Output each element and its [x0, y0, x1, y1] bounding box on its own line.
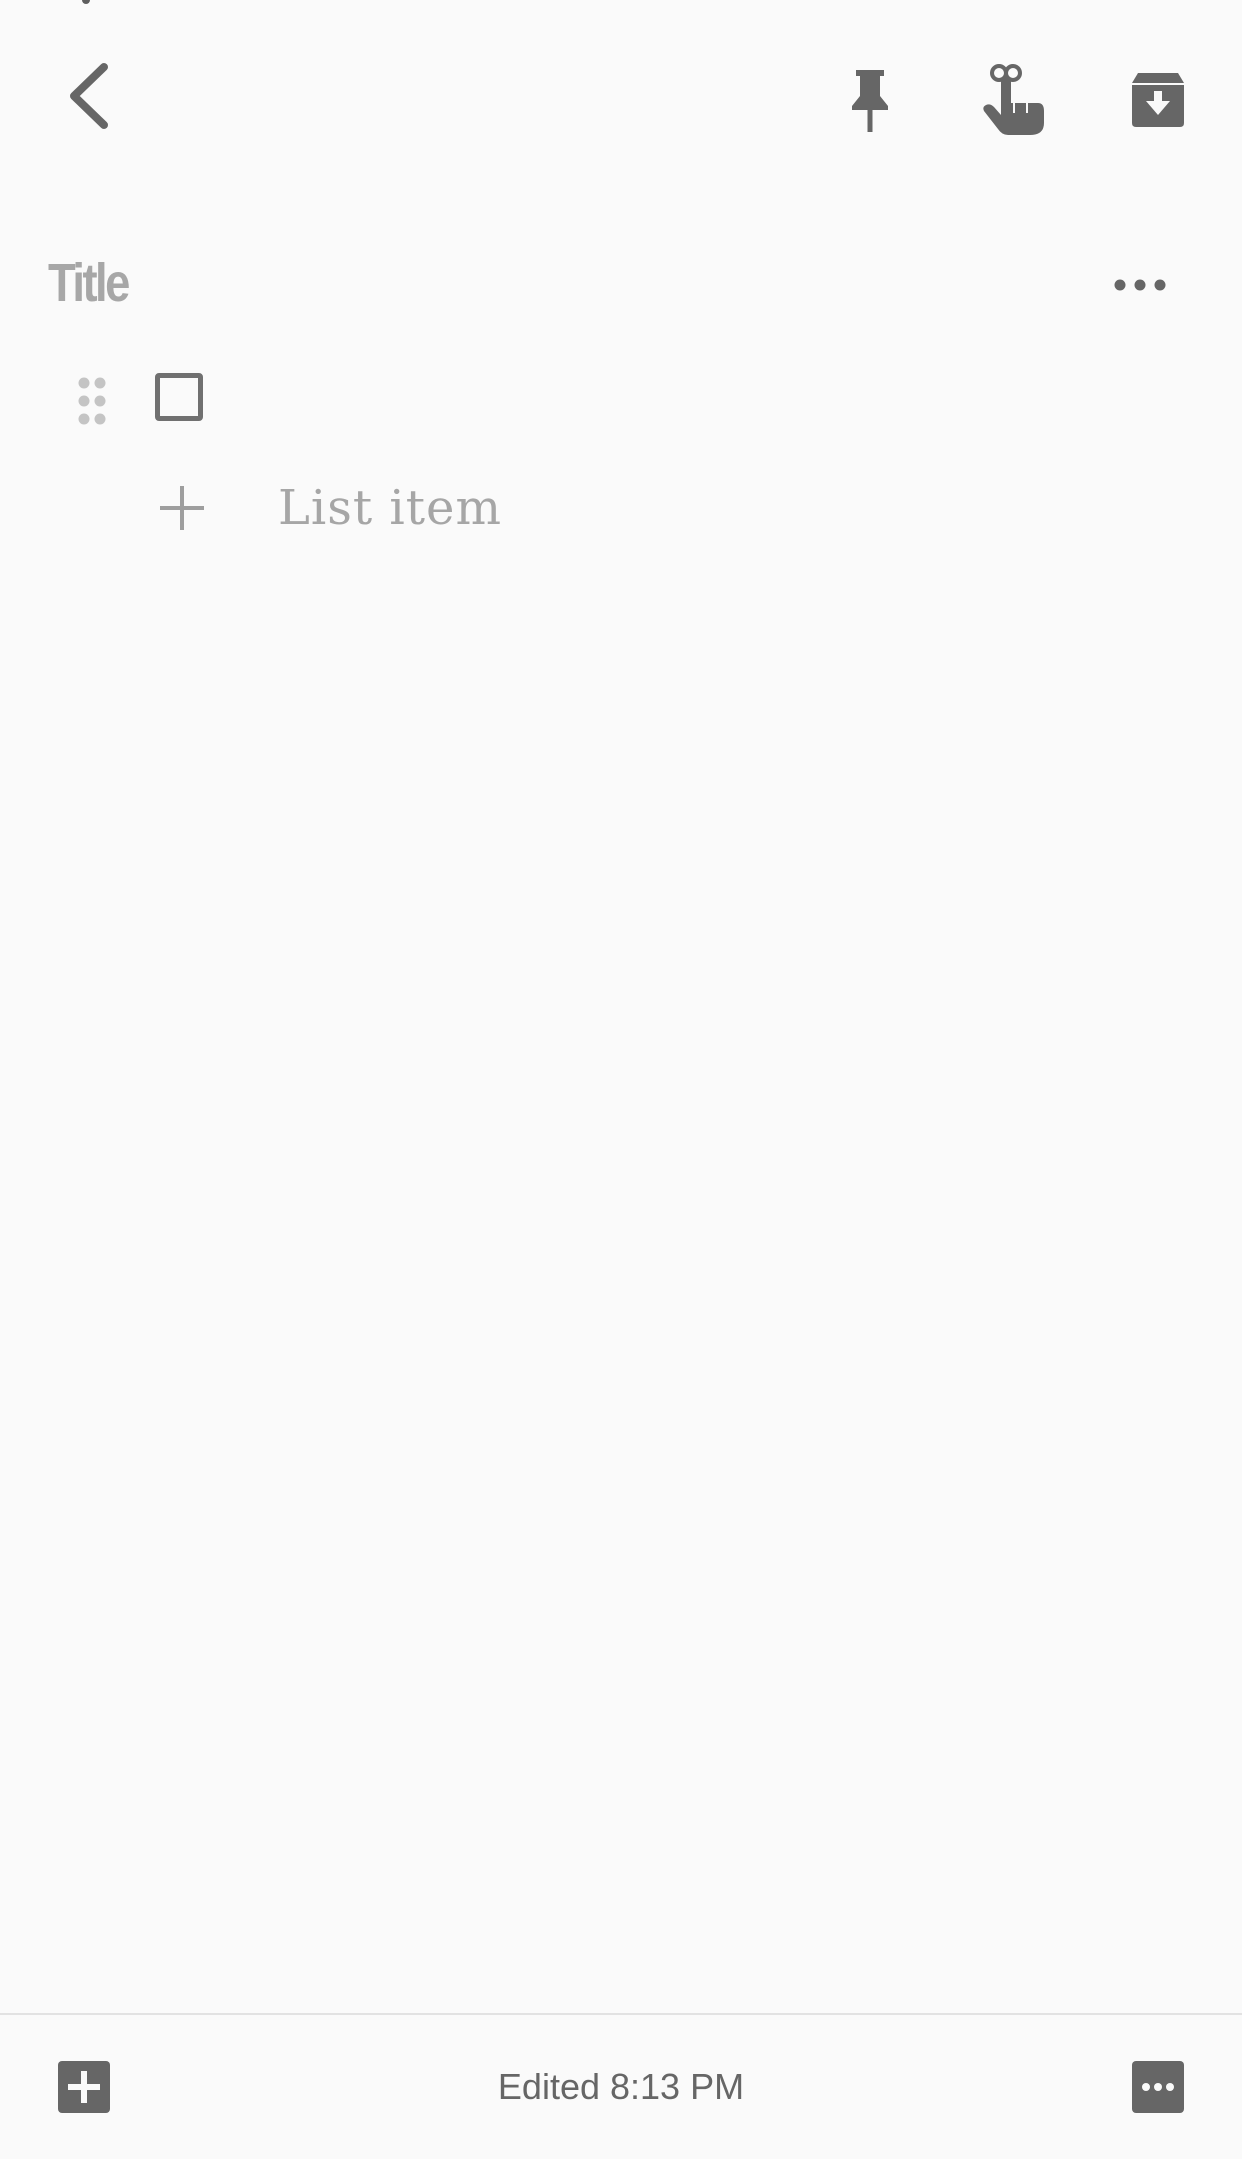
back-button[interactable] — [48, 48, 128, 144]
pushpin-icon — [852, 70, 888, 132]
note-title-row: Title — [0, 240, 1242, 330]
finger-reminder-icon — [983, 64, 1044, 135]
archive-icon — [1132, 73, 1184, 127]
title-more-button[interactable] — [1100, 250, 1180, 320]
more-box-icon — [1132, 2061, 1184, 2113]
list-item-text[interactable] — [280, 373, 1180, 429]
list-item — [0, 355, 1242, 445]
edited-timestamp: Edited 8:13 PM — [497, 2066, 745, 2107]
drag-handle-icon[interactable] — [72, 375, 112, 429]
pin-button[interactable] — [820, 50, 920, 150]
add-list-item-label: List item — [278, 480, 502, 536]
reminder-button[interactable] — [963, 50, 1063, 150]
note-toolbar — [0, 0, 1242, 190]
add-list-item-row[interactable]: List item — [0, 466, 1242, 556]
note-title-field[interactable]: Title — [48, 250, 130, 316]
add-box-icon — [58, 2061, 110, 2113]
archive-button[interactable] — [1108, 50, 1208, 150]
chevron-left-icon — [70, 63, 108, 129]
note-options-button[interactable] — [1128, 2057, 1188, 2117]
list-item-checkbox[interactable] — [155, 373, 203, 421]
plus-icon — [160, 486, 204, 530]
bottom-bar: Edited 8:13 PM — [0, 2015, 1242, 2159]
more-horizontal-icon — [1114, 279, 1166, 291]
add-content-button[interactable] — [54, 2057, 114, 2117]
